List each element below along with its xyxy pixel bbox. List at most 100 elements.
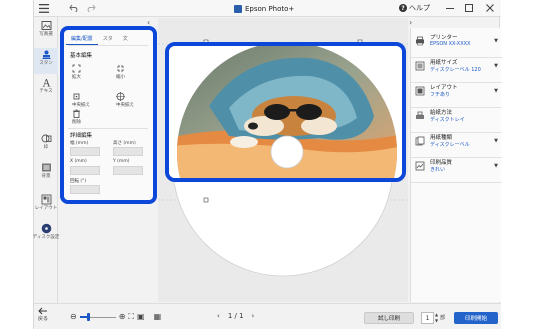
disc-photo [169, 46, 402, 178]
chevron-down-icon: ▼ [494, 88, 498, 94]
tab-edit-place[interactable]: 編集/配置 [66, 31, 98, 45]
setting-value: ディスクレーベル 120 [430, 67, 481, 73]
maximize-button[interactable] [464, 3, 474, 13]
tool-label: 削除 [72, 120, 81, 125]
hamburger-icon[interactable] [38, 2, 50, 14]
delete-tool[interactable]: 削除 [72, 109, 81, 125]
setting-value: EPSON XX-XXXX [430, 41, 471, 47]
zoom-in-icon [72, 64, 81, 73]
center-tool[interactable]: 中央揃え [72, 92, 90, 108]
rail-item-photo-select[interactable]: 写真選 [34, 19, 58, 45]
svg-text:A: A [41, 79, 50, 89]
fit-screen-icon[interactable]: ⛶ [128, 313, 134, 321]
align-icon [116, 92, 125, 101]
app-logo-icon [234, 5, 242, 13]
rail-item-layout-settings[interactable]: レイアウト [34, 193, 58, 219]
window-title: Epson Photo+ [245, 5, 295, 13]
edit-panel: 編集/配置 スタ 文 基本編集 拡大 縮小 中央揃え 中央揃え 削除 詳細編集 … [60, 26, 157, 204]
rail-item-frame[interactable]: 枠 [34, 132, 58, 158]
collapse-right-chevron-icon[interactable]: › [409, 18, 412, 27]
y-field[interactable] [113, 166, 143, 175]
tab-stamp[interactable]: スタ [98, 31, 118, 45]
paper-feed-icon [416, 111, 424, 119]
actual-size-icon[interactable]: ▣ [137, 313, 145, 321]
setting-title: プリンター [430, 35, 458, 41]
help-label: ヘルプ [409, 4, 430, 12]
rail-item-label: ディスク設定 [32, 235, 60, 240]
zoom-slider[interactable] [79, 313, 116, 321]
rail-item-disc-settings[interactable]: ディスク設定 [32, 222, 60, 248]
redo-icon[interactable] [85, 2, 97, 14]
collapse-left-chevron-icon[interactable]: ‹ [147, 18, 150, 27]
back-label: 戻る [38, 316, 49, 322]
back-arrow-icon [38, 307, 47, 315]
rail-item-label: スタン [39, 61, 53, 66]
x-field[interactable] [70, 166, 100, 175]
rail-item-background[interactable]: 背景 [34, 161, 58, 187]
width-field[interactable] [70, 147, 100, 156]
start-print-button[interactable]: 印刷開始 [454, 312, 498, 324]
rail-item-stamp[interactable]: スタン [34, 48, 58, 74]
zoom-out-icon [117, 65, 124, 72]
tool-label: 縮小 [116, 75, 125, 80]
tool-label: 中央揃え [116, 103, 134, 108]
help-button[interactable]: ? ヘルプ [399, 3, 430, 13]
copies-stepper[interactable]: ▲ ▼ [435, 312, 438, 324]
setting-value: フチあり [430, 92, 451, 98]
close-button[interactable] [485, 3, 495, 13]
next-page-icon[interactable]: › [252, 312, 255, 320]
setting-title: 給紙方法 [430, 110, 453, 116]
edit-panel-tabs: 編集/配置 スタ 文 [66, 31, 133, 45]
photo-selection-highlight[interactable] [165, 42, 406, 182]
print-settings-panel: プリンター EPSON XX-XXXX ▼ 用紙サイズ ディスクレーベル 120… [410, 28, 502, 302]
y-label: Y (mm) [113, 159, 130, 164]
layout-settings-icon [41, 194, 51, 205]
paper-type-icon [415, 136, 425, 146]
background-icon [41, 163, 51, 172]
basic-edit-heading: 基本編集 [70, 53, 93, 59]
rail-item-label: 写真選 [39, 32, 53, 37]
setting-value: ディスクレーベル [430, 142, 470, 148]
photo-select-icon [41, 21, 51, 30]
zoom-in-tool[interactable]: 拡大 [72, 64, 81, 80]
zoom-out-icon[interactable]: ⊖ [70, 313, 77, 321]
page-navigation: ‹ 1 / 1 › [217, 312, 254, 320]
tab-text[interactable]: 文 [118, 31, 133, 45]
layout-icon [415, 86, 425, 96]
chevron-down-icon: ▼ [494, 63, 498, 69]
minimize-button[interactable] [445, 3, 455, 13]
copies-input[interactable]: 1 [421, 312, 434, 324]
title-bar: Epson Photo+ ? ヘルプ [34, 0, 501, 17]
setting-title: 用紙サイズ [430, 60, 458, 66]
zoom-out-tool[interactable]: 縮小 [116, 64, 125, 80]
zoom-in-icon[interactable]: ⊕ [119, 313, 126, 321]
rail-item-text[interactable]: A テキス [34, 76, 58, 102]
frame-icon [41, 134, 51, 143]
height-field[interactable] [113, 147, 143, 156]
rail-item-label: テキス [39, 89, 53, 94]
divider [68, 45, 148, 46]
disc-settings-icon [41, 223, 51, 234]
back-button[interactable]: 戻る [38, 307, 48, 322]
bottom-toolbar: 戻る ⊖ ⊕ ⛶ ▣ ▦ ‹ 1 / 1 › 試し印刷 1 ▲ ▼ 部 印刷開始 [34, 303, 501, 329]
page-indicator: 1 / 1 [227, 312, 244, 320]
paper-size-icon [415, 61, 425, 71]
epson-photo-app: Epson Photo+ ? ヘルプ 写真選 スタン A テキス 枠 背景 レイ… [32, 0, 502, 329]
rotate-field[interactable] [70, 185, 100, 194]
help-icon: ? [399, 4, 407, 12]
setting-print-quality[interactable]: 印刷品質 きれい ▼ [411, 153, 502, 183]
setting-title: 用紙種類 [430, 135, 453, 141]
print-quality-icon [415, 161, 425, 171]
undo-icon[interactable] [68, 2, 80, 14]
copies-unit: 部 [440, 315, 446, 321]
prev-page-icon[interactable]: ‹ [217, 312, 220, 320]
setting-value: ディスクトレイ [430, 117, 465, 123]
chevron-down-icon: ▼ [494, 38, 498, 44]
chevron-down-icon: ▼ [494, 163, 498, 169]
center-icon [73, 93, 80, 100]
rail-item-label: 背景 [41, 174, 51, 179]
align-tool[interactable]: 中央揃え [116, 92, 134, 108]
grid-icon[interactable]: ▦ [154, 313, 162, 321]
detail-edit-heading: 詳細編集 [70, 133, 93, 139]
test-print-button[interactable]: 試し印刷 [364, 312, 414, 324]
